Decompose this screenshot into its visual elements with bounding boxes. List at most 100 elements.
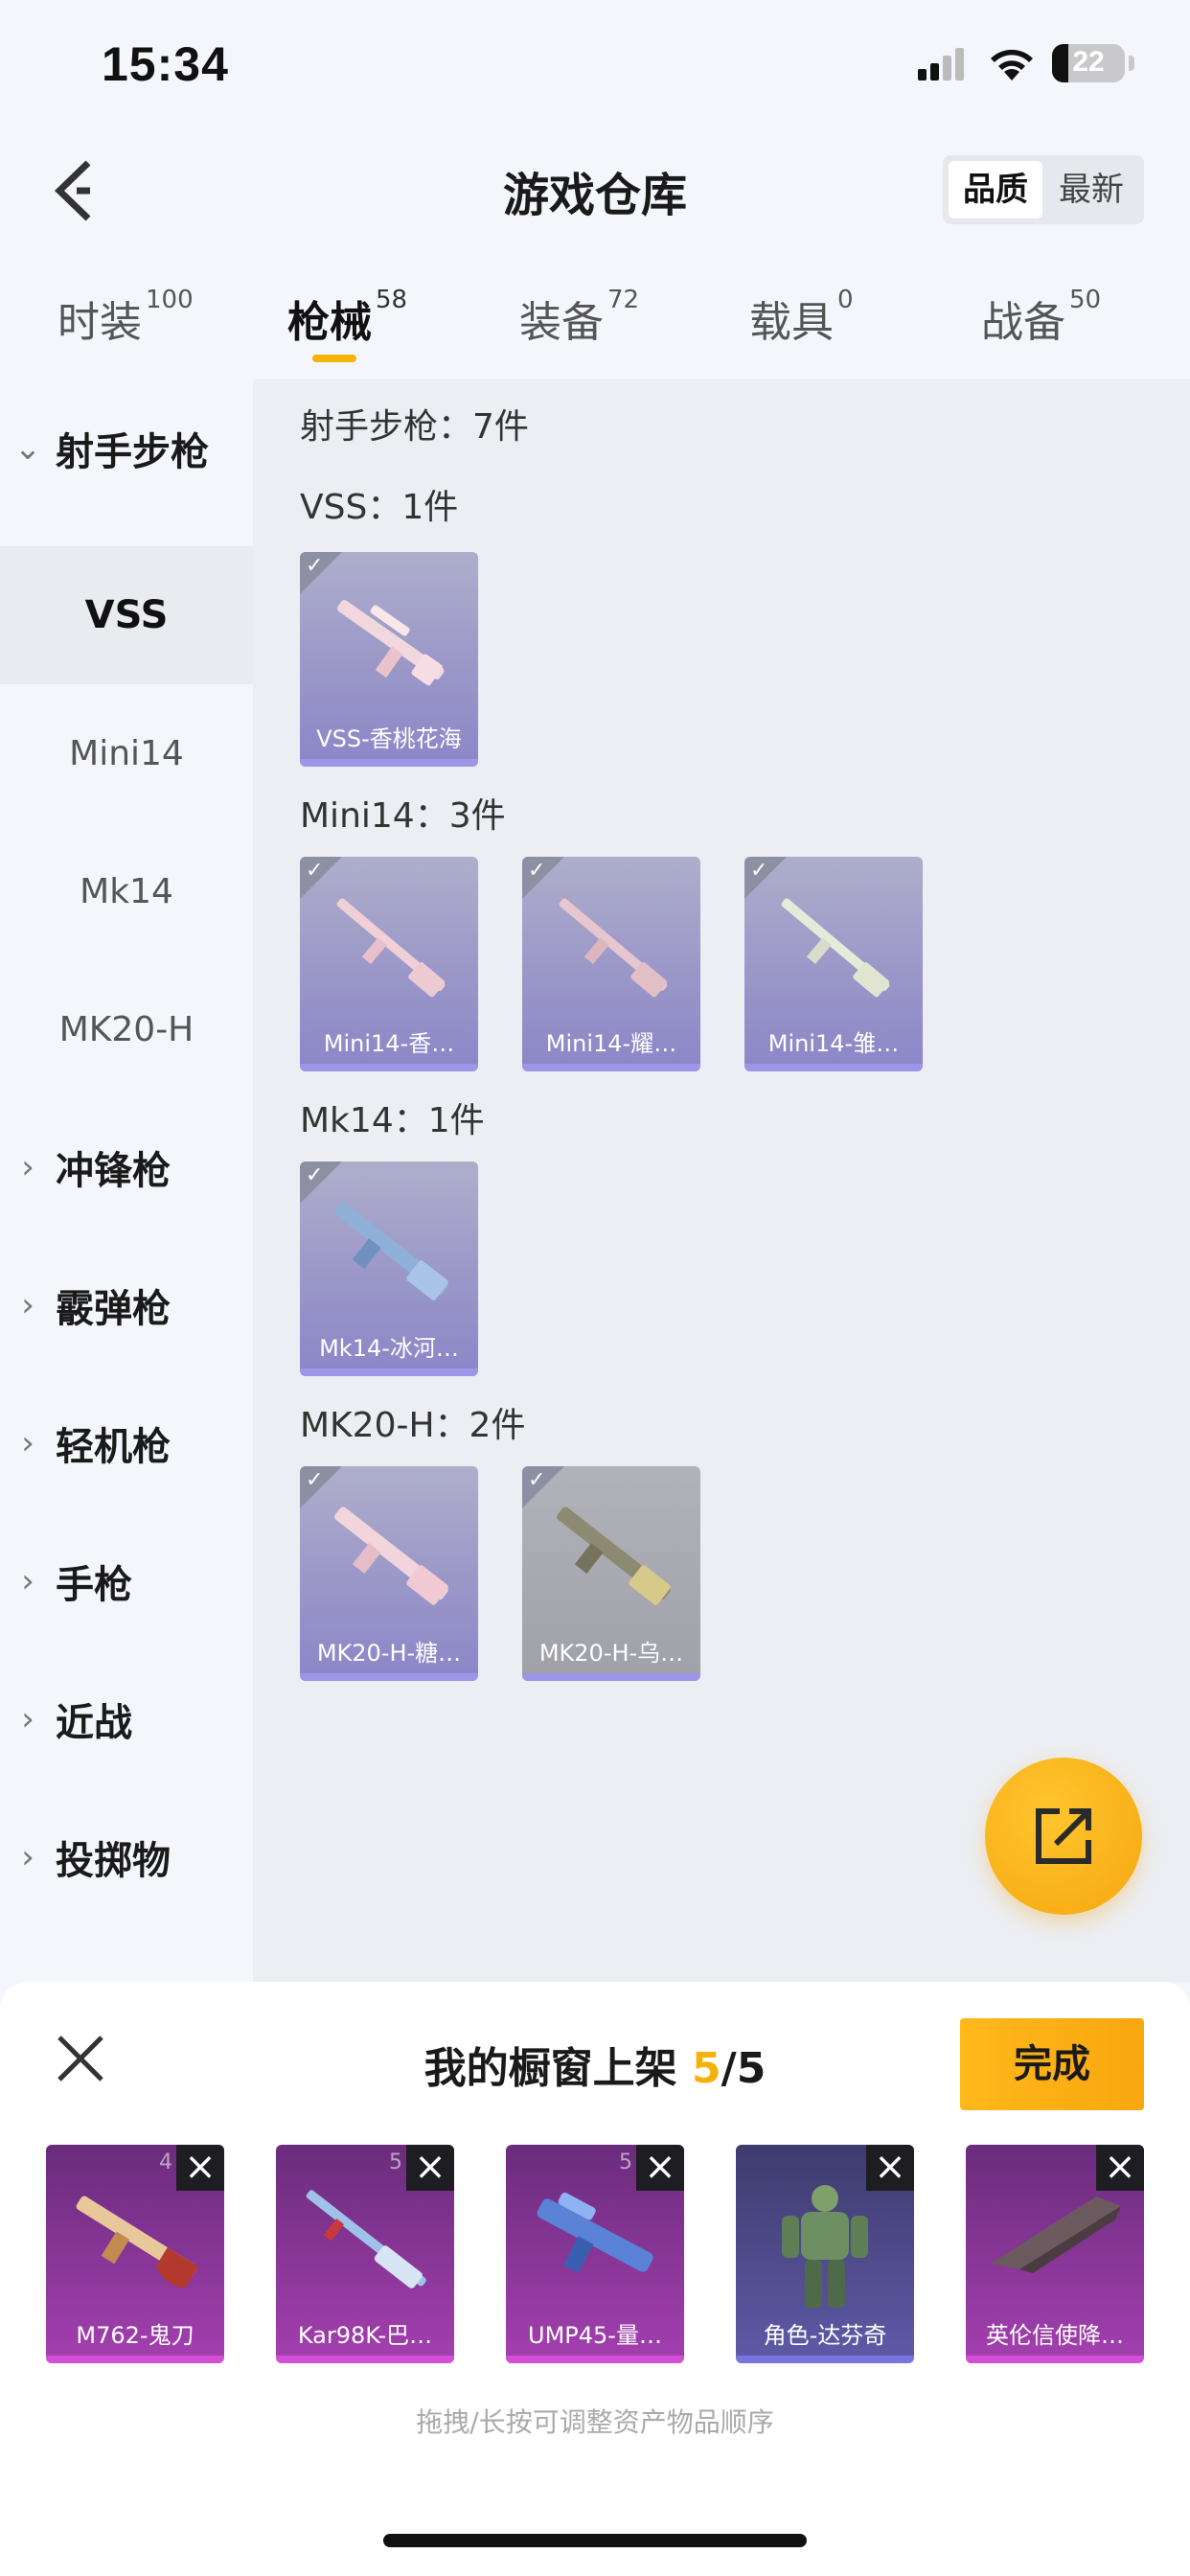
showcase-item[interactable]: × 英伦信使降… xyxy=(966,2145,1144,2363)
character-image xyxy=(782,2185,868,2308)
battery-icon: 22 xyxy=(1052,44,1125,82)
section-label-mk20h: MK20-H：2件 xyxy=(300,1406,526,1445)
item-name: Mk14-冰河… xyxy=(319,1335,459,1362)
showcase-item[interactable]: 5 × Kar98K-巴… xyxy=(276,2145,454,2363)
tab-label: 装备 xyxy=(519,298,604,347)
rarity-bar xyxy=(522,1064,700,1071)
sidebar-category-label: 轻机枪 xyxy=(56,1425,171,1469)
sort-newest-button[interactable]: 最新 xyxy=(1044,161,1138,218)
glider-image xyxy=(991,2196,1121,2273)
sidebar-item-mk20h[interactable]: MK20-H xyxy=(0,960,253,1098)
sidebar-category-label: 手枪 xyxy=(56,1563,132,1607)
status-time: 15:34 xyxy=(102,37,229,91)
sidebar-category-shotgun[interactable]: › 霰弹枪 xyxy=(0,1236,253,1374)
item-badge: 5 xyxy=(389,2150,402,2174)
item-card[interactable]: ✓ Mini14-香… xyxy=(300,857,478,1071)
rarity-bar xyxy=(522,1673,700,1681)
rarity-bar xyxy=(300,1368,478,1376)
sort-quality-button[interactable]: 品质 xyxy=(949,161,1042,218)
remove-x-icon[interactable]: × xyxy=(636,2145,684,2191)
tab-count: 100 xyxy=(146,286,194,314)
sidebar-category-smg[interactable]: › 冲锋枪 xyxy=(0,1098,253,1236)
sidebar-item-mini14[interactable]: Mini14 xyxy=(0,684,253,822)
chevron-right-icon: › xyxy=(21,1424,34,1462)
battery-tip xyxy=(1129,56,1134,71)
tab-firearms[interactable]: 枪械 58 xyxy=(287,286,407,349)
item-name: M762-鬼刀 xyxy=(76,2322,195,2349)
chevron-right-icon: › xyxy=(21,1838,34,1876)
tab-count: 50 xyxy=(1069,286,1102,314)
rifle-image xyxy=(337,600,445,686)
sidebar-category-label: 霰弹枪 xyxy=(56,1287,171,1331)
sidebar-category-dmr[interactable]: ⌄ 射手步枪 xyxy=(0,380,253,518)
sidebar-item-vss[interactable]: VSS xyxy=(0,546,253,684)
sidebar-category-pistol[interactable]: › 手枪 xyxy=(0,1512,253,1650)
chevron-right-icon: › xyxy=(21,1286,34,1324)
rarity-bar xyxy=(46,2356,224,2363)
item-card[interactable]: ✓ Mini14-耀… xyxy=(522,857,700,1071)
item-card[interactable]: ✓ Mk14-冰河… xyxy=(300,1162,478,1376)
remove-x-icon[interactable]: × xyxy=(1096,2145,1144,2191)
rarity-bar xyxy=(300,1673,478,1681)
share-button[interactable] xyxy=(985,1758,1142,1915)
sidebar-category-melee[interactable]: › 近战 xyxy=(0,1650,253,1788)
remove-x-icon[interactable]: × xyxy=(866,2145,914,2191)
tab-count: 72 xyxy=(607,286,640,314)
wifi-icon xyxy=(991,49,1033,80)
remove-x-icon[interactable]: × xyxy=(406,2145,454,2191)
showcase-item[interactable]: 4 × M762-鬼刀 xyxy=(46,2145,224,2363)
showcase-count: 5 xyxy=(692,2044,721,2093)
tab-supplies[interactable]: 战备 50 xyxy=(981,286,1102,349)
summary-label: 射手步枪：7件 xyxy=(300,407,529,447)
chevron-right-icon: › xyxy=(21,1562,34,1600)
tab-count: 0 xyxy=(837,286,854,314)
sidebar-item-label: Mini14 xyxy=(69,733,184,773)
rifle-image xyxy=(336,898,446,998)
reorder-hint: 拖拽/长按可调整资产物品顺序 xyxy=(416,2406,774,2438)
done-button[interactable]: 完成 xyxy=(960,2018,1144,2110)
sidebar-category-label: 射手步枪 xyxy=(56,430,209,474)
rifle-image xyxy=(334,1202,448,1300)
rifle-image xyxy=(781,898,890,998)
item-name: Mini14-香… xyxy=(323,1030,455,1057)
tab-label: 时装 xyxy=(57,298,142,347)
item-card[interactable]: ✓ MK20-H-糖… xyxy=(300,1466,478,1681)
home-indicator[interactable] xyxy=(383,2534,807,2547)
sidebar-item-mk14[interactable]: Mk14 xyxy=(0,822,253,960)
showcase-item[interactable]: 5 × UMP45-量… xyxy=(506,2145,684,2363)
showcase-total: /5 xyxy=(721,2044,767,2093)
tab-label: 枪械 xyxy=(287,298,372,347)
item-card[interactable]: ✓ Mini14-雏… xyxy=(744,857,923,1071)
tab-label: 战备 xyxy=(981,298,1065,347)
sidebar: ⌄ 射手步枪 VSS Mini14 Mk14 MK20-H › 冲锋枪 › 霰弹枪 … xyxy=(0,380,253,1982)
remove-x-icon[interactable]: × xyxy=(176,2145,224,2191)
item-card[interactable]: ✓ VSS-香桃花海 xyxy=(300,552,478,767)
showcase-item[interactable]: × 角色-达芬奇 xyxy=(736,2145,914,2363)
item-card[interactable]: ✓ MK20-H-乌… xyxy=(522,1466,700,1681)
active-tab-indicator xyxy=(312,355,356,362)
sidebar-category-lmg[interactable]: › 轻机枪 xyxy=(0,1374,253,1512)
item-name: 角色-达芬奇 xyxy=(763,2322,887,2349)
item-name: VSS-香桃花海 xyxy=(316,725,462,752)
rarity-bar xyxy=(744,1064,923,1071)
showcase-sheet: 我的橱窗上架 5/5 完成 4 × M762-鬼刀 5 × Kar98K-巴… … xyxy=(0,1982,1190,2576)
item-name: Kar98K-巴… xyxy=(297,2322,433,2349)
item-badge: 4 xyxy=(159,2150,172,2174)
chevron-right-icon: › xyxy=(21,1700,34,1738)
tab-label: 载具 xyxy=(749,298,834,347)
sidebar-category-throwable[interactable]: › 投掷物 xyxy=(0,1788,253,1926)
item-name: UMP45-量… xyxy=(528,2322,662,2349)
tab-vehicles[interactable]: 载具 0 xyxy=(749,286,854,349)
tab-fashion[interactable]: 时装 100 xyxy=(57,286,194,349)
sidebar-item-label: Mk14 xyxy=(80,871,173,911)
section-label-mini14: Mini14：3件 xyxy=(300,796,506,836)
chevron-right-icon: › xyxy=(21,1148,34,1186)
item-name: MK20-H-糖… xyxy=(316,1640,462,1667)
rifle-image xyxy=(76,2196,199,2288)
section-label-vss: VSS：1件 xyxy=(300,488,459,527)
rifle-image xyxy=(559,898,668,998)
smg-image xyxy=(537,2192,653,2273)
tab-equipment[interactable]: 装备 72 xyxy=(519,286,640,349)
rarity-bar xyxy=(300,759,478,767)
chevron-down-icon: ⌄ xyxy=(13,429,42,468)
